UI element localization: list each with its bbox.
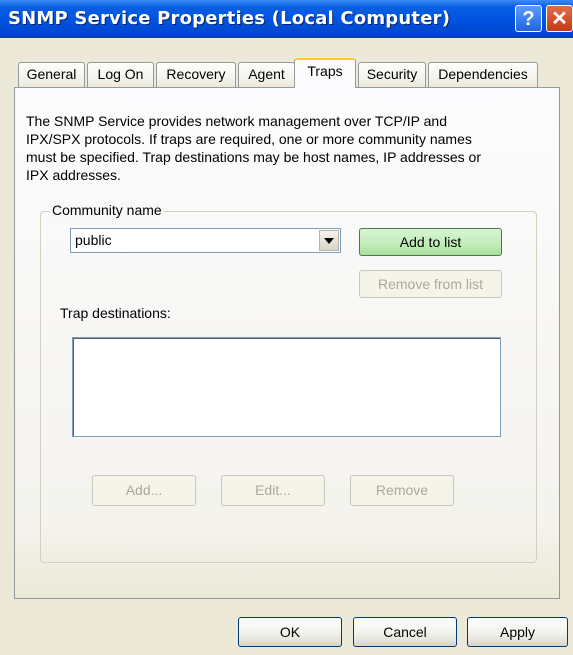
tab-agent[interactable]: Agent	[238, 62, 295, 87]
tab-log-on[interactable]: Log On	[87, 62, 154, 87]
community-name-value[interactable]: public	[75, 232, 112, 248]
remove-destination-button[interactable]: Remove	[350, 475, 454, 506]
ok-button[interactable]: OK	[238, 617, 342, 647]
tab-recovery[interactable]: Recovery	[156, 62, 236, 87]
chevron-down-icon[interactable]	[319, 230, 339, 251]
help-icon[interactable]: ?	[515, 5, 542, 32]
trap-destinations-label: Trap destinations:	[60, 305, 171, 321]
properties-dialog: SNMP Service Properties (Local Computer)…	[0, 0, 573, 655]
tab-general[interactable]: General	[18, 62, 85, 87]
community-name-label: Community name	[50, 202, 164, 218]
snmp-description: The SNMP Service provides network manage…	[26, 113, 481, 183]
remove-from-list-button[interactable]: Remove from list	[359, 270, 502, 298]
title-bar[interactable]: SNMP Service Properties (Local Computer)…	[0, 0, 573, 38]
close-icon[interactable]: ✕	[546, 5, 573, 32]
window-title: SNMP Service Properties (Local Computer)	[8, 8, 451, 29]
edit-destination-button[interactable]: Edit...	[221, 475, 325, 506]
community-name-combobox[interactable]: public	[70, 228, 341, 253]
add-to-list-button[interactable]: Add to list	[359, 228, 502, 256]
tab-traps[interactable]: Traps	[294, 58, 356, 88]
add-destination-button[interactable]: Add...	[92, 475, 196, 506]
tab-dependencies[interactable]: Dependencies	[428, 62, 538, 87]
trap-destinations-list[interactable]	[72, 337, 501, 437]
apply-button[interactable]: Apply	[467, 617, 568, 647]
cancel-button[interactable]: Cancel	[353, 617, 457, 647]
tab-security[interactable]: Security	[358, 62, 426, 87]
